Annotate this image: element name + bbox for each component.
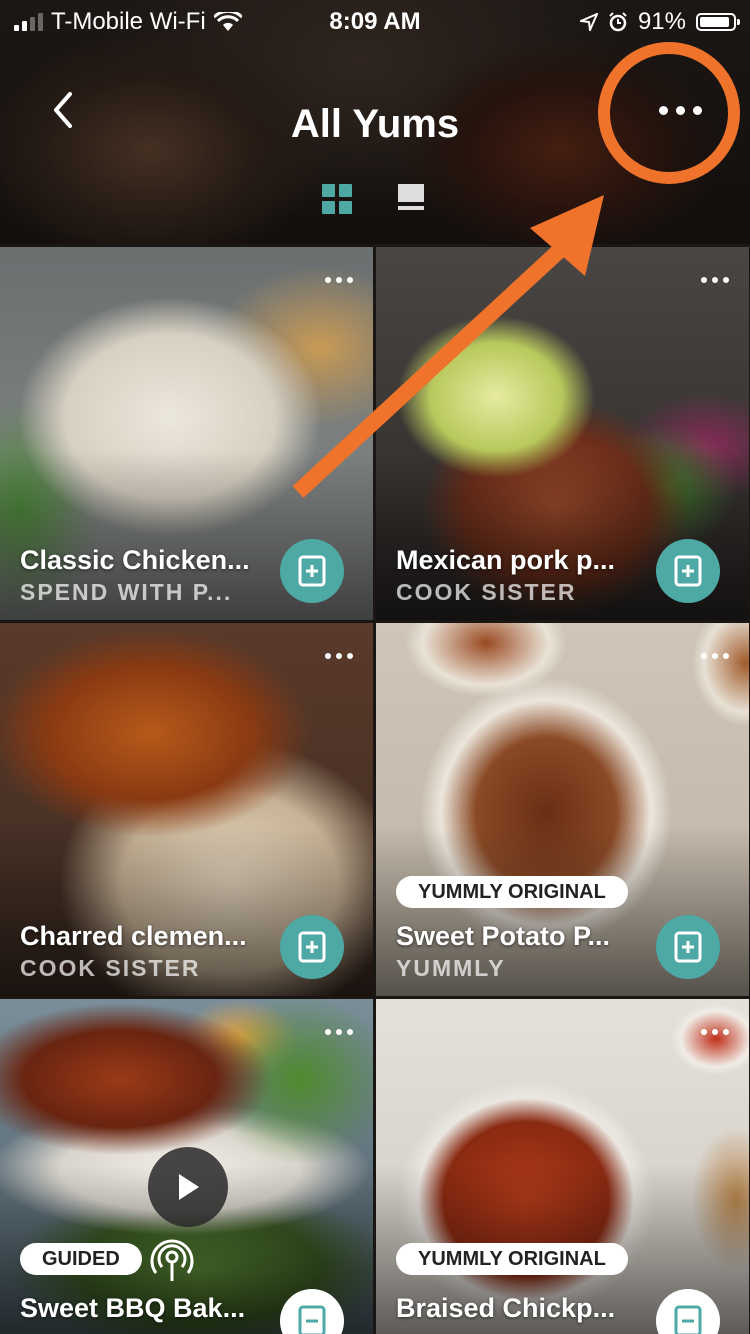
status-right: 91% xyxy=(579,8,740,36)
battery-percent: 91% xyxy=(637,8,686,35)
play-video-button[interactable] xyxy=(148,1147,228,1227)
recipe-name: Mexican pork p... xyxy=(396,545,616,575)
recipe-source: YUMMLY xyxy=(396,955,506,981)
guided-badge: GUIDED xyxy=(20,1243,142,1275)
play-icon xyxy=(179,1174,199,1200)
recipe-name: Braised Chickp... xyxy=(396,1293,616,1323)
yummly-original-badge: YUMMLY ORIGINAL xyxy=(396,1243,628,1275)
recipe-name: Sweet Potato P... xyxy=(396,921,611,951)
add-to-collection-button[interactable] xyxy=(280,915,344,979)
guided-voice-icon xyxy=(150,1239,194,1281)
recipe-source: SPEND WITH P... xyxy=(20,579,233,605)
battery-icon xyxy=(696,13,740,31)
card-more-button[interactable] xyxy=(701,653,729,659)
card-more-button[interactable] xyxy=(701,1029,729,1035)
recipe-source: COOK SISTER xyxy=(20,955,201,981)
card-more-button[interactable] xyxy=(325,653,353,659)
recipe-card[interactable]: GUIDED Sweet BBQ Bak... xyxy=(0,999,373,1334)
recipe-card[interactable]: Classic Chicken... SPEND WITH P... xyxy=(0,247,373,620)
recipe-card[interactable]: Charred clemen... COOK SISTER xyxy=(0,623,373,996)
card-more-button[interactable] xyxy=(325,277,353,283)
recipe-card[interactable]: YUMMLY ORIGINAL Braised Chickp... xyxy=(376,999,749,1334)
add-recipe-icon xyxy=(674,1305,702,1334)
add-recipe-icon xyxy=(298,1305,326,1334)
alarm-icon xyxy=(609,12,627,32)
recipe-grid: Classic Chicken... SPEND WITH P... Mexic… xyxy=(0,247,750,1334)
list-view-toggle[interactable] xyxy=(396,184,426,214)
card-more-button[interactable] xyxy=(701,277,729,283)
recipe-source: COOK SISTER xyxy=(396,579,577,605)
add-recipe-icon xyxy=(298,555,326,587)
highlight-circle xyxy=(598,42,740,184)
recipe-card[interactable]: Mexican pork p... COOK SISTER xyxy=(376,247,749,620)
add-to-collection-button[interactable] xyxy=(280,539,344,603)
recipe-name: Classic Chicken... xyxy=(20,545,250,575)
recipe-name: Sweet BBQ Bak... xyxy=(20,1293,246,1323)
add-recipe-icon xyxy=(298,931,326,963)
add-recipe-icon xyxy=(674,931,702,963)
location-icon xyxy=(579,13,598,31)
card-more-button[interactable] xyxy=(325,1029,353,1035)
yummly-original-badge: YUMMLY ORIGINAL xyxy=(396,876,628,908)
status-bar: T-Mobile Wi-Fi 8:09 AM 91% xyxy=(0,0,750,40)
add-to-collection-button[interactable] xyxy=(656,539,720,603)
recipe-card[interactable]: YUMMLY ORIGINAL Sweet Potato P... YUMMLY xyxy=(376,623,749,996)
recipe-name: Charred clemen... xyxy=(20,921,247,951)
add-to-collection-button[interactable] xyxy=(656,915,720,979)
grid-view-toggle[interactable] xyxy=(322,184,352,214)
add-recipe-icon xyxy=(674,555,702,587)
